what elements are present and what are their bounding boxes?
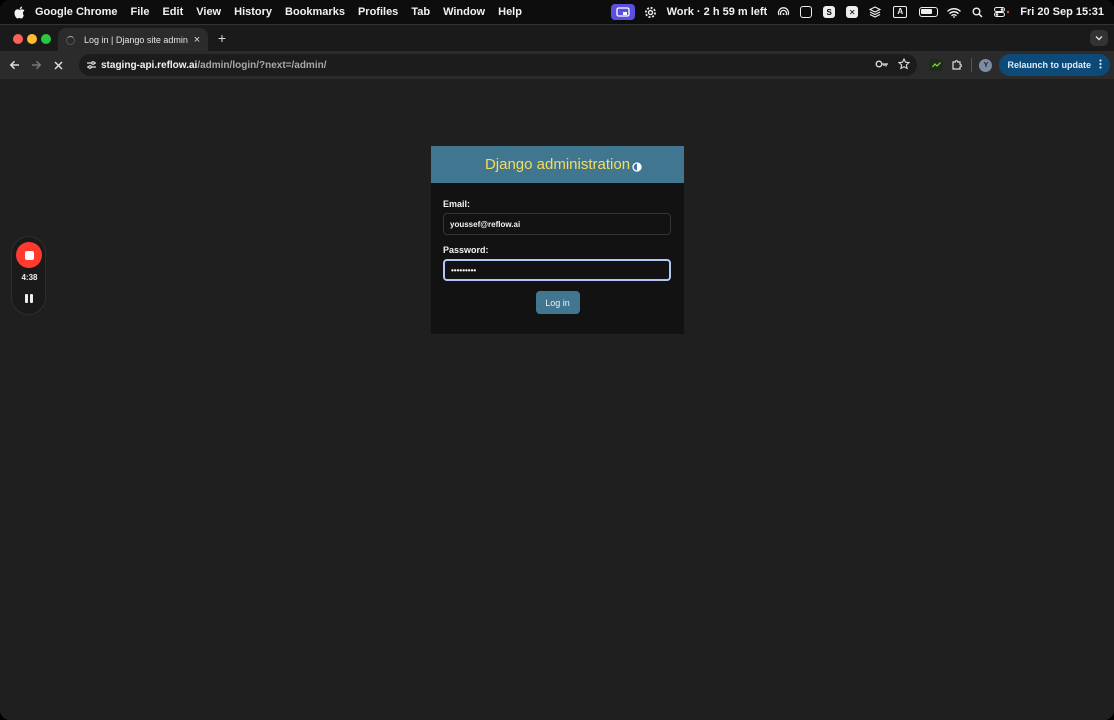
menu-bar: Google Chrome File Edit View History Boo… (0, 0, 1114, 24)
tab-strip: Log in | Django site admin × + (0, 24, 1114, 52)
stop-recording-button[interactable] (16, 242, 42, 268)
keyboard-input-icon[interactable]: A (891, 5, 909, 19)
relaunch-to-update-button[interactable]: Relaunch to update (999, 54, 1110, 76)
extension-chart-icon[interactable] (929, 59, 944, 71)
menu-window[interactable]: Window (443, 6, 485, 18)
email-label: Email: (443, 199, 471, 209)
recording-widget: 4:38 (11, 236, 46, 315)
screen-record-status-icon[interactable] (610, 4, 635, 20)
page-viewport: Django administration Email: Password: L… (0, 79, 1114, 720)
window-zoom-button[interactable] (41, 34, 51, 44)
theme-toggle-icon[interactable] (632, 159, 642, 172)
gear-icon[interactable] (644, 5, 658, 19)
recording-timer: 4:38 (21, 273, 38, 282)
key-icon[interactable] (875, 57, 889, 71)
control-center-icon[interactable] (993, 5, 1011, 19)
close-box-icon[interactable]: ✕ (845, 5, 859, 19)
login-form: Email: Password: Log in (431, 183, 684, 314)
pause-recording-icon[interactable] (25, 294, 34, 304)
back-button[interactable] (3, 54, 25, 76)
login-button[interactable]: Log in (535, 291, 580, 314)
password-label: Password: (443, 245, 489, 255)
kebab-menu-icon[interactable] (1099, 59, 1102, 71)
apple-icon[interactable] (12, 5, 26, 19)
menu-edit[interactable]: Edit (162, 6, 183, 18)
menu-app-name[interactable]: Google Chrome (35, 6, 118, 18)
login-container: Django administration Email: Password: L… (431, 146, 684, 334)
browser-toolbar: staging-api.reflow.ai/admin/login/?next=… (0, 51, 1114, 79)
new-tab-button[interactable]: + (215, 30, 229, 46)
wifi-icon[interactable] (947, 5, 961, 19)
email-field[interactable] (443, 213, 671, 235)
layers-icon[interactable] (868, 5, 882, 19)
window-minimize-button[interactable] (27, 34, 37, 44)
battery-icon[interactable] (918, 5, 938, 19)
menu-history[interactable]: History (234, 6, 272, 18)
profile-avatar[interactable]: Y (979, 58, 993, 72)
loading-spinner-icon (66, 35, 75, 45)
menu-view[interactable]: View (196, 6, 221, 18)
search-icon[interactable] (970, 5, 984, 19)
address-bar[interactable]: staging-api.reflow.ai/admin/login/?next=… (79, 54, 917, 76)
login-header: Django administration (431, 146, 684, 183)
skype-icon[interactable]: S (822, 5, 836, 19)
menu-profiles[interactable]: Profiles (358, 6, 398, 18)
tab-title: Log in | Django site admin (84, 35, 188, 45)
screen: Google Chrome File Edit View History Boo… (0, 0, 1114, 720)
menu-help[interactable]: Help (498, 6, 522, 18)
url-host: staging-api.reflow.ai (101, 59, 198, 71)
toolbar-divider (971, 58, 973, 72)
url-path: /admin/login/?next=/admin/ (197, 59, 327, 71)
site-title[interactable]: Django administration (485, 156, 630, 173)
menu-file[interactable]: File (131, 6, 150, 18)
email-field-row: Email: (443, 199, 672, 235)
relaunch-label: Relaunch to update (1007, 60, 1091, 70)
stop-loading-button[interactable] (47, 54, 69, 76)
tab-close-icon[interactable]: × (190, 34, 204, 46)
menu-clock[interactable]: Fri 20 Sep 15:31 (1020, 6, 1104, 18)
window-close-button[interactable] (13, 34, 23, 44)
tab-django-login[interactable]: Log in | Django site admin × (58, 28, 208, 52)
forward-button[interactable] (25, 54, 47, 76)
submit-row: Log in (443, 291, 672, 314)
app-status-icon[interactable] (799, 5, 813, 19)
toolbar-right: Y Relaunch to update (929, 54, 1110, 76)
tab-search-button[interactable] (1090, 30, 1108, 46)
omnibox-actions (875, 57, 911, 71)
airdrop-icon[interactable] (776, 5, 790, 19)
focus-status-text[interactable]: Work · 2 h 59 m left (667, 6, 768, 18)
password-field-row: Password: (443, 245, 672, 281)
password-field[interactable] (443, 259, 671, 281)
stop-icon (24, 250, 34, 260)
menu-bookmarks[interactable]: Bookmarks (285, 6, 345, 18)
bookmark-star-icon[interactable] (897, 57, 911, 71)
menu-tab[interactable]: Tab (411, 6, 430, 18)
site-info-icon[interactable] (84, 58, 98, 72)
status-area: Work · 2 h 59 m left S ✕ A Fri 20 Sep 15… (610, 0, 1104, 24)
extensions-puzzle-icon[interactable] (950, 58, 964, 72)
